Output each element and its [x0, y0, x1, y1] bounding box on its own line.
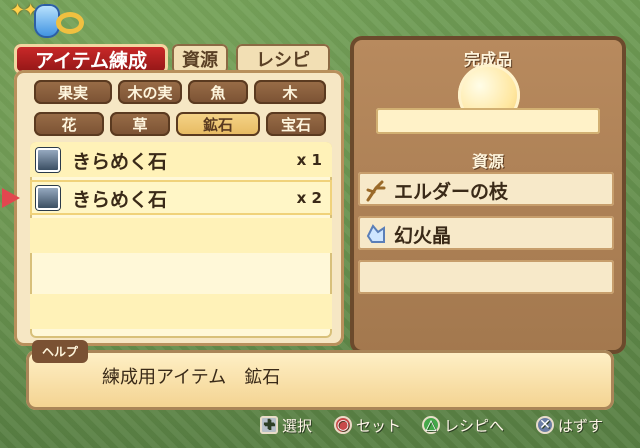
circle-button-icon: ○: [334, 416, 352, 434]
help-label: ヘルプ: [32, 340, 89, 363]
list-item[interactable]: きらめく石 x 1: [30, 142, 332, 177]
resource-name: 幻火晶: [394, 225, 452, 247]
branch-icon: [366, 180, 386, 202]
resource-slot-1[interactable]: エルダーの枝: [358, 172, 614, 206]
set-button[interactable]: ○ セット: [334, 414, 401, 436]
select-button[interactable]: ✚ 選択: [260, 414, 312, 436]
select-button-label: 選択: [282, 416, 313, 435]
resource-slot-3[interactable]: [358, 260, 614, 294]
remove-button-label: はずす: [558, 416, 604, 435]
category-fish[interactable]: 魚: [188, 80, 248, 104]
crystal-icon: [366, 224, 385, 243]
list-item-selected[interactable]: きらめく石 x 2: [30, 180, 332, 215]
category-fruit[interactable]: 果実: [34, 80, 112, 104]
remove-button[interactable]: ✕ はずす: [536, 414, 603, 436]
help-box: ヘルプ 練成用アイテム 鉱石: [26, 340, 614, 410]
resource-label: 資源: [471, 152, 504, 171]
dpad-icon: ✚: [260, 416, 278, 434]
category-nuts[interactable]: 木の実: [118, 80, 182, 104]
empty-list-slot: [30, 218, 332, 253]
synthesis-panel: 完成品 資源 エルダーの枝 幻火晶: [350, 36, 626, 354]
ore-item-icon: [36, 148, 60, 172]
help-text: 練成用アイテム 鉱石: [102, 367, 281, 388]
cross-button-icon: ✕: [536, 416, 554, 434]
item-name: きらめく石: [72, 189, 168, 211]
category-flower[interactable]: 花: [34, 112, 104, 136]
inventory-list: きらめく石 x 1 きらめく石 x 2: [30, 142, 332, 338]
ore-item-icon: [36, 186, 60, 210]
item-quantity: x 2: [296, 189, 322, 207]
empty-list-slot: [30, 256, 332, 291]
set-button-label: セット: [356, 416, 402, 435]
selection-cursor-icon: [2, 188, 20, 208]
item-quantity: x 1: [296, 151, 322, 169]
recipe-button[interactable]: △ レシピへ: [422, 414, 504, 436]
category-ore[interactable]: 鉱石: [176, 112, 260, 136]
item-name: きらめく石: [72, 151, 168, 173]
resource-name: エルダーの枝: [394, 181, 509, 203]
triangle-button-icon: △: [422, 416, 440, 434]
empty-list-slot: [30, 294, 332, 329]
resource-slot-2[interactable]: 幻火晶: [358, 216, 614, 250]
category-gem[interactable]: 宝石: [266, 112, 326, 136]
recipe-button-label: レシピへ: [444, 416, 505, 435]
category-wood[interactable]: 木: [254, 80, 326, 104]
product-name-field: [376, 108, 600, 134]
ring-icon: [56, 12, 84, 34]
category-grass[interactable]: 草: [110, 112, 170, 136]
